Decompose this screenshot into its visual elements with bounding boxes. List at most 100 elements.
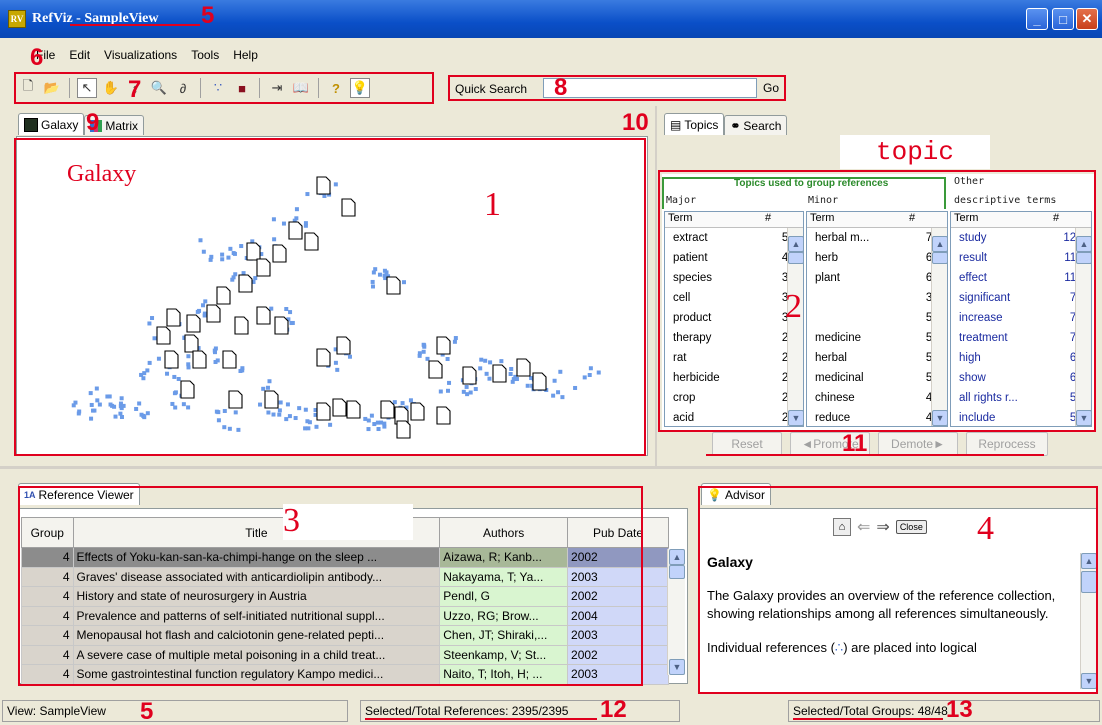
reference-dot[interactable] xyxy=(220,252,225,257)
reference-dot[interactable] xyxy=(156,356,161,361)
reference-dot[interactable] xyxy=(473,387,478,392)
reference-dot[interactable] xyxy=(369,413,374,418)
reference-dot[interactable] xyxy=(366,418,371,423)
reference-dot[interactable] xyxy=(487,376,492,381)
cluster-document-icon[interactable] xyxy=(238,274,253,293)
zoom-icon[interactable]: 🔍 xyxy=(149,78,169,98)
reference-dot[interactable] xyxy=(596,370,601,375)
reference-dot[interactable] xyxy=(145,411,150,416)
topic-row[interactable]: extract577 xyxy=(665,228,803,248)
cluster-document-icon[interactable] xyxy=(336,336,351,355)
reference-dot[interactable] xyxy=(216,418,221,423)
reference-dot[interactable] xyxy=(239,244,244,249)
cluster-document-icon[interactable] xyxy=(332,398,347,417)
topic-row[interactable]: show684 xyxy=(951,368,1091,388)
scroll-up-icon[interactable]: ▲ xyxy=(669,549,685,565)
cluster-document-icon[interactable] xyxy=(166,308,181,327)
reference-dot[interactable] xyxy=(173,405,178,410)
topic-row[interactable]: include540 xyxy=(951,408,1091,426)
reference-dot[interactable] xyxy=(213,346,218,351)
reference-dot[interactable] xyxy=(335,367,340,372)
reference-dot[interactable] xyxy=(152,336,157,341)
book-icon[interactable]: 📖 xyxy=(291,78,311,98)
topic-row[interactable]: herbal560 xyxy=(807,348,947,368)
export-icon[interactable]: ⇥ xyxy=(267,78,287,98)
tab-topics[interactable]: ▤ Topics xyxy=(664,113,725,135)
document-icon[interactable]: ■ xyxy=(232,78,252,98)
reference-dot[interactable] xyxy=(499,359,504,364)
tab-search[interactable]: ⚭ Search xyxy=(724,115,788,135)
reference-dot[interactable] xyxy=(293,416,298,421)
cluster-document-icon[interactable] xyxy=(316,176,331,195)
reference-dot[interactable] xyxy=(452,339,457,344)
cluster-document-icon[interactable] xyxy=(386,276,401,295)
reference-dot[interactable] xyxy=(382,421,387,426)
back-arrow-icon[interactable]: ⇐ xyxy=(857,517,870,537)
reference-dot[interactable] xyxy=(271,412,276,417)
scroll-down-icon[interactable]: ▼ xyxy=(669,659,685,675)
cluster-document-icon[interactable] xyxy=(516,358,531,377)
quick-search-go-button[interactable]: Go xyxy=(757,78,785,98)
reference-dot[interactable] xyxy=(484,371,489,376)
topic-row[interactable]: herbicide229 xyxy=(665,368,803,388)
reference-dot[interactable] xyxy=(333,182,338,187)
cluster-document-icon[interactable] xyxy=(228,390,243,409)
topic-row[interactable]: increase745 xyxy=(951,308,1091,328)
reference-dot[interactable] xyxy=(119,396,124,401)
reference-dot[interactable] xyxy=(294,207,299,212)
reference-dot[interactable] xyxy=(215,358,220,363)
tab-advisor[interactable]: 💡 Advisor xyxy=(701,483,771,505)
scroll-down-icon[interactable]: ▼ xyxy=(1081,673,1097,689)
reference-dot[interactable] xyxy=(377,272,382,277)
cluster-document-icon[interactable] xyxy=(216,286,231,305)
other-terms-list[interactable]: Term# study1215result1128effect1108signi… xyxy=(950,211,1092,427)
reference-dot[interactable] xyxy=(266,410,271,415)
cluster-document-icon[interactable] xyxy=(436,336,451,355)
scroll-up-icon[interactable]: ▲ xyxy=(1081,553,1097,569)
reference-dot[interactable] xyxy=(186,365,191,370)
cluster-document-icon[interactable] xyxy=(436,406,451,425)
minimize-button[interactable]: _ xyxy=(1026,8,1048,30)
topic-row[interactable]: medicine582 xyxy=(807,328,947,348)
topic-row[interactable]: chinese463 xyxy=(807,388,947,408)
reference-dot[interactable] xyxy=(92,408,97,413)
reference-dot[interactable] xyxy=(141,376,146,381)
topic-row[interactable]: herb677 xyxy=(807,248,947,268)
reference-dot[interactable] xyxy=(417,353,422,358)
cluster-document-icon[interactable] xyxy=(164,350,179,369)
other-scrollbar[interactable]: ▲ ▼ xyxy=(1075,228,1091,426)
reference-dot[interactable] xyxy=(108,402,113,407)
col-authors[interactable]: Authors xyxy=(439,517,569,548)
topic-row[interactable]: significant766 xyxy=(951,288,1091,308)
tab-reference-viewer[interactable]: 1A Reference Viewer xyxy=(18,483,140,505)
reference-dot[interactable] xyxy=(198,238,203,243)
topic-row[interactable]: 591 xyxy=(807,308,947,328)
reference-dot[interactable] xyxy=(478,366,483,371)
reference-dot[interactable] xyxy=(461,389,466,394)
topic-row[interactable]: plant673 xyxy=(807,268,947,288)
reference-dot[interactable] xyxy=(421,349,426,354)
reference-dot[interactable] xyxy=(71,403,76,408)
cluster-document-icon[interactable] xyxy=(288,221,303,240)
maximize-button[interactable]: □ xyxy=(1052,8,1074,30)
topic-row[interactable]: treatment725 xyxy=(951,328,1091,348)
tab-galaxy[interactable]: Galaxy xyxy=(18,113,85,135)
reference-dot[interactable] xyxy=(278,400,283,405)
reference-dot[interactable] xyxy=(220,257,225,262)
cluster-document-icon[interactable] xyxy=(462,366,477,385)
reference-dot[interactable] xyxy=(366,427,371,432)
reference-dot[interactable] xyxy=(271,217,276,222)
reference-dot[interactable] xyxy=(314,424,319,429)
reference-dot[interactable] xyxy=(510,379,515,384)
hand-pan-icon[interactable]: ✋ xyxy=(101,78,121,98)
scatter-icon[interactable]: ∵ xyxy=(208,78,228,98)
reference-scrollbar[interactable]: ▲ ▼ xyxy=(667,549,685,675)
reference-dot[interactable] xyxy=(392,400,397,405)
topic-row[interactable]: therapy255 xyxy=(665,328,803,348)
reference-dot[interactable] xyxy=(95,398,100,403)
reference-dot[interactable] xyxy=(306,426,311,431)
reference-dot[interactable] xyxy=(195,309,200,314)
topic-row[interactable]: 316 xyxy=(807,288,947,308)
home-icon[interactable]: ⌂ xyxy=(833,518,851,536)
table-row[interactable]: 4 Menopausal hot flash and calciotonin ge… xyxy=(21,625,669,646)
